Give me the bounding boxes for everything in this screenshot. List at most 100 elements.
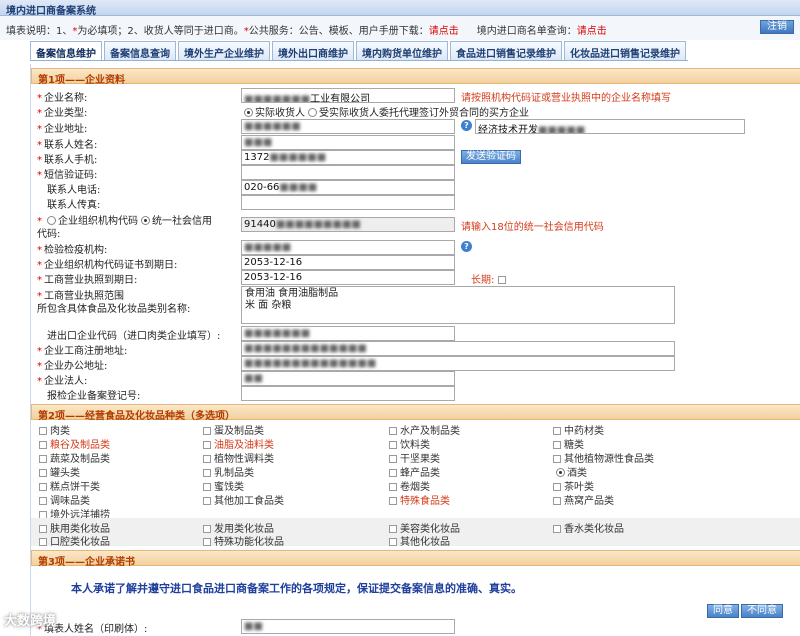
business-scope-textarea[interactable]: 食用油 食用油脂制品 米 面 杂粮 bbox=[241, 286, 675, 324]
food-category-item[interactable]: 调味品类 bbox=[39, 492, 90, 507]
import-code-input[interactable]: ■■■■■■■ bbox=[241, 326, 455, 341]
company-name-input[interactable]: ■■■■■■■工业有限公司 bbox=[241, 88, 455, 103]
company-type-radio-agent[interactable] bbox=[308, 108, 317, 117]
food-category-checkbox[interactable] bbox=[203, 469, 211, 477]
food-category-checkbox[interactable] bbox=[553, 497, 561, 505]
food-category-checkbox[interactable] bbox=[39, 483, 47, 491]
food-category-item[interactable]: 糕点饼干类 bbox=[39, 478, 100, 493]
food-category-checkbox[interactable] bbox=[39, 469, 47, 477]
contact-mobile-input[interactable]: 1372■■■■■■ bbox=[241, 150, 455, 165]
food-category-item[interactable]: 肉类 bbox=[39, 422, 70, 437]
food-category-checkbox[interactable] bbox=[203, 483, 211, 491]
tab-overseas-exporter[interactable]: 境外出口商维护 bbox=[272, 41, 354, 60]
sms-code-input[interactable] bbox=[241, 165, 455, 180]
food-category-item[interactable]: 油脂及油料类 bbox=[203, 436, 274, 451]
food-category-item[interactable]: 其他植物源性食品类 bbox=[553, 450, 654, 465]
cosmetic-category-item[interactable]: 特殊功能化妆品 bbox=[203, 533, 284, 548]
food-category-item[interactable]: 中药材类 bbox=[553, 422, 604, 437]
food-category-item[interactable]: 蜜饯类 bbox=[203, 478, 244, 493]
food-category-checkbox[interactable] bbox=[553, 441, 561, 449]
code-type-radio-credit[interactable] bbox=[141, 216, 150, 225]
agree-button[interactable]: 同意 bbox=[707, 604, 739, 618]
food-category-item[interactable]: 其他加工食品类 bbox=[203, 492, 284, 507]
food-category-item[interactable]: 燕窝产品类 bbox=[553, 492, 614, 507]
tab-record-maintain[interactable]: 备案信息维护 bbox=[30, 41, 102, 60]
food-category-item[interactable]: 乳制品类 bbox=[203, 464, 254, 479]
food-category-item[interactable]: 酒类 bbox=[553, 464, 587, 479]
food-category-checkbox[interactable] bbox=[39, 455, 47, 463]
food-category-checkbox[interactable] bbox=[553, 427, 561, 435]
rep-name-input[interactable]: ■■ bbox=[241, 619, 455, 634]
office-address-input[interactable]: ■■■■■■■■■■■■■■ bbox=[241, 356, 675, 371]
food-category-item[interactable]: 蔬菜及制品类 bbox=[39, 450, 110, 465]
contact-name-input[interactable]: ■■■ bbox=[241, 135, 455, 150]
tab-record-query[interactable]: 备案信息查询 bbox=[104, 41, 176, 60]
food-category-checkbox[interactable] bbox=[389, 427, 397, 435]
send-sms-code-button[interactable]: 发送验证码 bbox=[461, 150, 521, 164]
org-code-input[interactable]: 91440■■■■■■■■■ bbox=[241, 217, 455, 232]
reg-address-input[interactable]: ■■■■■■■■■■■■■ bbox=[241, 341, 675, 356]
cosmetic-category-item[interactable]: 发用类化妆品 bbox=[203, 520, 274, 535]
long-term-checkbox[interactable] bbox=[497, 276, 506, 284]
food-category-item[interactable]: 粮谷及制品类 bbox=[39, 436, 110, 451]
food-category-item[interactable]: 蛋及制品类 bbox=[203, 422, 264, 437]
help-icon[interactable]: ? bbox=[461, 241, 472, 252]
tab-cosmetic-sales[interactable]: 化妆品进口销售记录维护 bbox=[564, 41, 686, 60]
food-category-checkbox[interactable] bbox=[553, 455, 561, 463]
cosmetic-category-item[interactable]: 美容类化妆品 bbox=[389, 520, 460, 535]
disagree-button[interactable]: 不同意 bbox=[741, 604, 783, 618]
contact-phone-input[interactable]: 020-66■■■■ bbox=[241, 180, 455, 195]
cosmetic-category-item[interactable]: 口腔类化妆品 bbox=[39, 533, 110, 548]
food-category-checkbox[interactable] bbox=[39, 441, 47, 449]
food-category-item[interactable]: 饮料类 bbox=[389, 436, 430, 451]
food-category-checkbox[interactable] bbox=[556, 468, 565, 477]
tab-domestic-buyer[interactable]: 境内购货单位维护 bbox=[356, 41, 448, 60]
cosmetic-category-item[interactable]: 肤用类化妆品 bbox=[39, 520, 110, 535]
license-expiry-input[interactable]: 2053-12-16 bbox=[241, 270, 455, 285]
food-category-item[interactable]: 罐头类 bbox=[39, 464, 80, 479]
download-link[interactable]: 请点击 bbox=[429, 26, 459, 37]
food-category-item[interactable]: 干坚果类 bbox=[389, 450, 440, 465]
inspection-reg-input[interactable] bbox=[241, 386, 455, 401]
food-category-checkbox[interactable] bbox=[389, 483, 397, 491]
food-category-item[interactable]: 糖类 bbox=[553, 436, 584, 451]
cosmetic-category-checkbox[interactable] bbox=[203, 538, 211, 546]
cosmetic-category-checkbox[interactable] bbox=[203, 525, 211, 533]
food-category-item[interactable]: 特殊食品类 bbox=[389, 492, 450, 507]
legal-rep-input[interactable]: ■■ bbox=[241, 371, 455, 386]
food-category-checkbox[interactable] bbox=[203, 427, 211, 435]
food-category-checkbox[interactable] bbox=[203, 441, 211, 449]
food-category-checkbox[interactable] bbox=[203, 455, 211, 463]
cosmetic-category-item[interactable]: 香水类化妆品 bbox=[553, 520, 624, 535]
food-category-checkbox[interactable] bbox=[39, 497, 47, 505]
food-category-checkbox[interactable] bbox=[203, 497, 211, 505]
food-category-item[interactable]: 卷烟类 bbox=[389, 478, 430, 493]
food-category-checkbox[interactable] bbox=[553, 483, 561, 491]
tab-overseas-producer[interactable]: 境外生产企业维护 bbox=[178, 41, 270, 60]
logout-button[interactable]: 注销 bbox=[760, 20, 794, 34]
food-category-item[interactable]: 蜂产品类 bbox=[389, 464, 440, 479]
cosmetic-category-checkbox[interactable] bbox=[553, 525, 561, 533]
company-type-radio-actual[interactable] bbox=[244, 108, 253, 117]
org-code-expiry-input[interactable]: 2053-12-16 bbox=[241, 255, 455, 270]
cosmetic-category-checkbox[interactable] bbox=[39, 538, 47, 546]
food-category-checkbox[interactable] bbox=[389, 469, 397, 477]
food-category-checkbox[interactable] bbox=[39, 427, 47, 435]
cosmetic-category-checkbox[interactable] bbox=[39, 525, 47, 533]
tab-food-sales[interactable]: 食品进口销售记录维护 bbox=[450, 41, 562, 60]
cosmetic-category-checkbox[interactable] bbox=[389, 538, 397, 546]
food-category-checkbox[interactable] bbox=[389, 441, 397, 449]
address-input-1[interactable]: ■■■■■■ bbox=[241, 119, 455, 134]
food-category-item[interactable]: 植物性调料类 bbox=[203, 450, 274, 465]
cosmetic-category-item[interactable]: 其他化妆品 bbox=[389, 533, 450, 548]
inspection-agency-input[interactable]: ■■■■■ bbox=[241, 240, 455, 255]
cosmetic-category-checkbox[interactable] bbox=[389, 525, 397, 533]
food-category-checkbox[interactable] bbox=[389, 497, 397, 505]
address-input-2[interactable]: 经济技术开发■■■■■ bbox=[475, 119, 745, 134]
query-link[interactable]: 请点击 bbox=[577, 26, 607, 37]
help-icon[interactable]: ? bbox=[461, 120, 472, 131]
food-category-checkbox[interactable] bbox=[389, 455, 397, 463]
code-type-radio-org[interactable] bbox=[47, 216, 56, 225]
food-category-item[interactable]: 茶叶类 bbox=[553, 478, 594, 493]
food-category-item[interactable]: 水产及制品类 bbox=[389, 422, 460, 437]
